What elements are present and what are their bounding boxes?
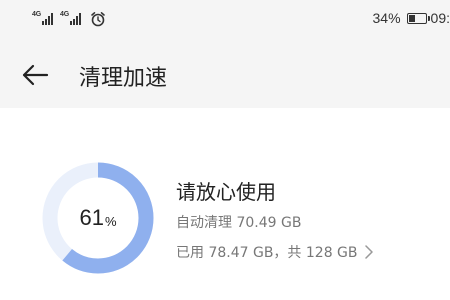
signal-strength-icon: 4G: [32, 10, 58, 28]
back-arrow-icon: [22, 64, 49, 86]
back-button[interactable]: [18, 58, 52, 92]
auto-clean-size: 自动清理 70.49 GB: [176, 215, 302, 231]
status-left: 4G 4G: [32, 10, 106, 28]
usage-percent-unit: %: [104, 213, 117, 229]
storage-usage-link[interactable]: 已用 78.47 GB，共 128 GB: [176, 242, 374, 262]
battery-percent: 34%: [372, 10, 401, 26]
status-bar: 4G 4G 34% 09:: [0, 0, 450, 40]
page-title: 清理加速: [79, 66, 168, 91]
usage-percent-value: 61: [79, 205, 104, 230]
signal-strength-icon: 4G: [60, 10, 86, 28]
battery-icon: [406, 12, 430, 24]
screen: 4G 4G 34% 09: 清理加速 61 % 请放心使用 自动清理 70.49…: [0, 0, 450, 300]
app-header: 清理加速: [0, 40, 450, 108]
clock-time: 09:: [430, 10, 450, 26]
status-headline: 请放心使用: [176, 180, 276, 204]
network-type-label: 4G: [32, 11, 41, 18]
battery-level-fill: [408, 14, 415, 22]
storage-usage-text: 已用 78.47 GB，共 128 GB: [176, 245, 358, 261]
storage-summary-card: 61 % 请放心使用 自动清理 70.49 GB 已用 78.47 GB，共 1…: [0, 108, 450, 300]
status-right: 34% 09:: [373, 10, 450, 26]
network-type-label: 4G: [60, 11, 69, 18]
usage-percent: 61 %: [40, 160, 156, 276]
chevron-right-icon: [364, 245, 373, 259]
alarm-clock-icon: [91, 12, 105, 27]
